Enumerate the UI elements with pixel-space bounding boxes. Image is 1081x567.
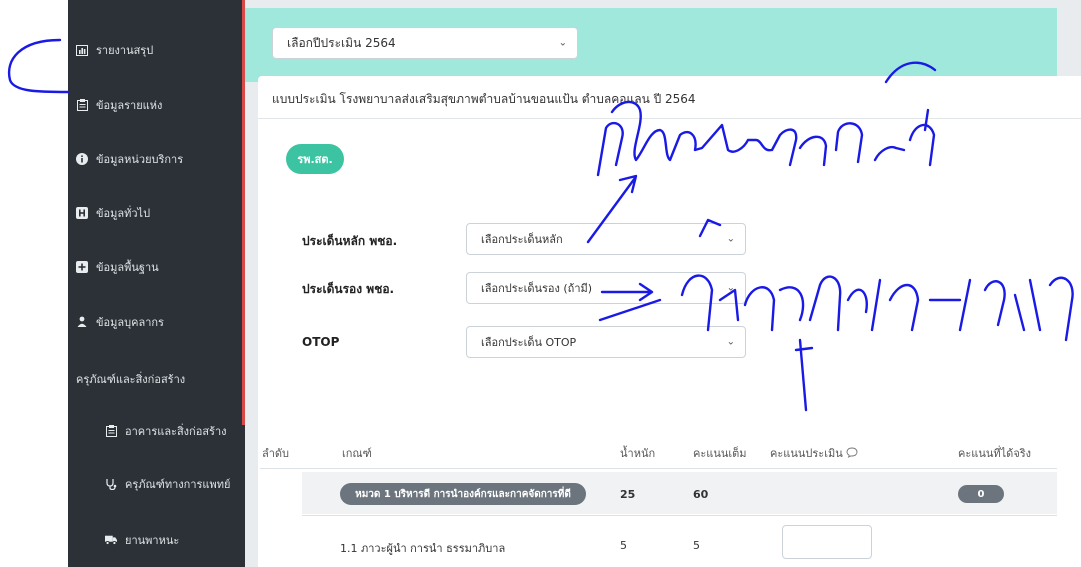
col-header-order: ลำดับ bbox=[262, 447, 290, 460]
sidebar-item-personnel[interactable]: ข้อมูลบุคลากร bbox=[76, 312, 164, 332]
assess-score-input[interactable] bbox=[782, 525, 872, 559]
sidebar-item-label: ข้อมูลทั่วไป bbox=[96, 207, 151, 220]
main-issue-label: ประเด็นหลัก พชอ. bbox=[302, 234, 398, 248]
sidebar-item-label: ครุภัณฑ์ทางการแพทย์ bbox=[125, 478, 231, 491]
secondary-issue-select[interactable]: เลือกประเด็นรอง (ถ้ามี) ⌄ bbox=[466, 272, 746, 304]
criteria-row-weight: 5 bbox=[620, 539, 627, 552]
info-icon bbox=[76, 153, 88, 165]
main-issue-select[interactable]: เลือกประเด็นหลัก ⌄ bbox=[466, 223, 746, 255]
col-header-assess-score-label: คะแนนประเมิน bbox=[770, 447, 843, 460]
tab-rpst[interactable]: รพ.สต. bbox=[286, 144, 344, 174]
table-header-divider bbox=[260, 468, 1057, 469]
card-divider bbox=[258, 118, 1081, 119]
col-header-actual-score: คะแนนที่ได้จริง bbox=[958, 447, 1032, 460]
sidebar-item-label: อาคารและสิ่งก่อสร้าง bbox=[125, 425, 227, 438]
sidebar-item-buildings[interactable]: อาคารและสิ่งก่อสร้าง bbox=[105, 421, 227, 441]
secondary-issue-value: เลือกประเด็นรอง (ถ้ามี) bbox=[481, 282, 593, 295]
sidebar-section-header: ครุภัณฑ์และสิ่งก่อสร้าง bbox=[76, 373, 186, 386]
clipboard-icon bbox=[105, 425, 117, 437]
sidebar-item-site-data[interactable]: ข้อมูลรายแห่ง bbox=[76, 95, 162, 115]
year-select[interactable]: เลือกปีประเมิน 2564 ⌄ bbox=[272, 27, 578, 59]
sidebar-item-label: ข้อมูลหน่วยบริการ bbox=[96, 153, 184, 166]
app-root: { "sidebar": { "items": [ {"label": "ราย… bbox=[0, 0, 1081, 567]
col-header-assess-score: คะแนนประเมิน bbox=[770, 444, 858, 462]
col-header-full-score: คะแนนเต็ม bbox=[693, 447, 747, 460]
plus-square-icon bbox=[76, 261, 88, 273]
sidebar-item-label: รายงานสรุป bbox=[96, 44, 154, 57]
chevron-down-icon: ⌄ bbox=[726, 233, 735, 245]
hospital-icon bbox=[76, 207, 88, 219]
sidebar-item-vehicles[interactable]: ยานพาหนะ bbox=[105, 530, 179, 550]
sidebar-item-general[interactable]: ข้อมูลทั่วไป bbox=[76, 203, 150, 223]
criteria-row-label: 1.1 ภาวะผู้นำ การนำ ธรรมาภิบาล bbox=[340, 542, 506, 555]
blank-margin bbox=[0, 0, 68, 567]
row-divider bbox=[302, 515, 1057, 516]
category-full-score: 60 bbox=[693, 488, 709, 501]
clipboard-icon bbox=[76, 99, 88, 111]
sidebar-item-label: ยานพาหนะ bbox=[125, 534, 180, 547]
year-select-value: เลือกปีประเมิน 2564 bbox=[287, 35, 396, 50]
chevron-down-icon: ⌄ bbox=[726, 336, 735, 348]
bar-chart-icon bbox=[76, 44, 88, 56]
main-issue-value: เลือกประเด็นหลัก bbox=[481, 233, 563, 246]
category-weight: 25 bbox=[620, 488, 636, 501]
sidebar-item-label: ข้อมูลรายแห่ง bbox=[96, 99, 163, 112]
chevron-down-icon: ⌄ bbox=[558, 37, 567, 49]
col-header-criteria: เกณฑ์ bbox=[342, 447, 372, 460]
sidebar-item-medical-equipment[interactable]: ครุภัณฑ์ทางการแพทย์ bbox=[105, 474, 230, 494]
otop-value: เลือกประเด็น OTOP bbox=[481, 336, 577, 349]
truck-icon bbox=[105, 534, 117, 546]
category-actual-score: 0 bbox=[958, 485, 1004, 503]
sidebar-item-summary-report[interactable]: รายงานสรุป bbox=[76, 40, 153, 60]
comment-icon[interactable] bbox=[846, 447, 858, 460]
stethoscope-icon bbox=[105, 478, 117, 490]
col-header-weight: น้ำหนัก bbox=[620, 447, 656, 460]
sidebar-item-basic[interactable]: ข้อมูลพื้นฐาน bbox=[76, 257, 159, 277]
sidebar-item-service-unit[interactable]: ข้อมูลหน่วยบริการ bbox=[76, 149, 183, 169]
criteria-row-full-score: 5 bbox=[693, 539, 700, 552]
category-badge: หมวด 1 บริหารดี การนำองค์กรและกาคจัดการท… bbox=[340, 483, 586, 505]
sidebar-item-label: ข้อมูลพื้นฐาน bbox=[96, 261, 159, 274]
sidebar-item-label: ข้อมูลบุคลากร bbox=[96, 316, 164, 329]
otop-select[interactable]: เลือกประเด็น OTOP ⌄ bbox=[466, 326, 746, 358]
chevron-down-icon: ⌄ bbox=[726, 282, 735, 294]
secondary-issue-label: ประเด็นรอง พชอ. bbox=[302, 282, 395, 296]
users-icon bbox=[76, 316, 88, 328]
otop-label: OTOP bbox=[302, 335, 340, 349]
page-title: แบบประเมิน โรงพยาบาลส่งเสริมสุขภาพตำบลบ้… bbox=[272, 92, 696, 106]
